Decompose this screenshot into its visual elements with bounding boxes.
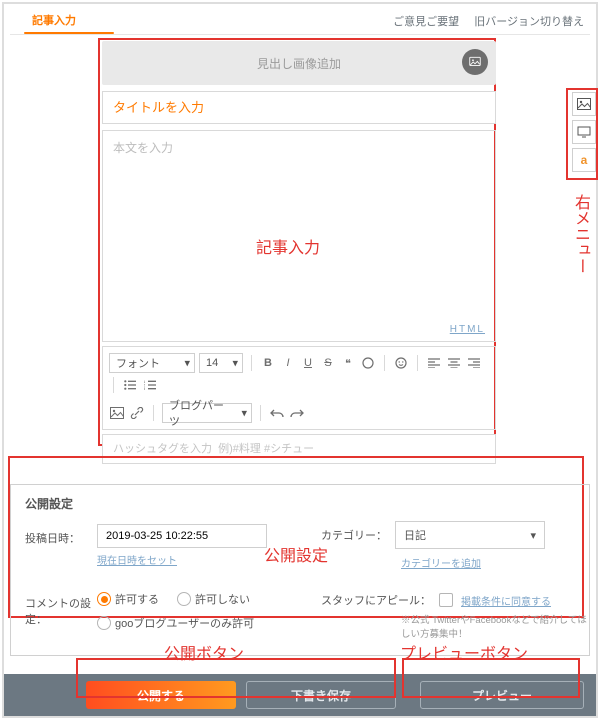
quote-button[interactable]: ❝	[340, 355, 356, 371]
insert-image-button[interactable]	[109, 405, 125, 421]
datetime-input[interactable]	[97, 524, 267, 548]
appeal-terms-link[interactable]: 掲載条件に同意する	[461, 593, 551, 608]
category-select[interactable]: 日記 ▾	[395, 521, 545, 549]
chevron-down-icon: ▾	[184, 357, 190, 370]
comment-label: コメントの設定：	[25, 573, 97, 627]
text-color-button[interactable]	[360, 355, 376, 371]
blogparts-select[interactable]: ブログパーツ ▾	[162, 403, 252, 423]
appeal-checkbox[interactable]	[439, 593, 453, 607]
chevron-down-icon: ▾	[232, 357, 238, 370]
chevron-down-icon: ▾	[241, 407, 247, 420]
body-placeholder: 本文を入力	[113, 141, 173, 155]
editor-toolbar: フォント ▾ 14 ▾ B I U S ❝	[102, 346, 496, 430]
publish-heading: 公開設定	[25, 495, 575, 512]
set-now-link[interactable]: 現在日時をセット	[97, 556, 177, 567]
link-feedback[interactable]: ご意見ご要望	[393, 16, 459, 28]
align-left-button[interactable]	[426, 355, 442, 371]
emoji-button[interactable]	[393, 355, 409, 371]
align-center-button[interactable]	[446, 355, 462, 371]
align-right-button[interactable]	[466, 355, 482, 371]
link-switch-old-version[interactable]: 旧バージョン切り替え	[474, 16, 584, 28]
preview-button[interactable]: プレビュー	[420, 681, 584, 709]
body-textarea[interactable]: 本文を入力 HTML	[102, 130, 496, 342]
font-size-select[interactable]: 14 ▾	[199, 353, 243, 373]
hashtag-input[interactable]	[102, 434, 496, 464]
comment-allow-radio[interactable]: 許可する	[97, 591, 159, 607]
comment-deny-radio[interactable]: 許可しない	[177, 591, 250, 607]
hero-image-add[interactable]: 見出し画像追加	[102, 41, 496, 85]
redo-button[interactable]	[289, 405, 305, 421]
side-preview-button[interactable]	[572, 120, 596, 144]
hero-image-label: 見出し画像追加	[257, 55, 341, 72]
bottom-action-bar: 公開する 下書き保存 プレビュー	[4, 674, 596, 716]
publish-button[interactable]: 公開する	[86, 681, 236, 709]
chevron-down-icon: ▾	[530, 529, 536, 542]
list-number-button[interactable]: 123	[142, 377, 158, 393]
annotation-sidemenu-label: 右メニュー	[568, 194, 592, 274]
svg-text:3: 3	[144, 386, 146, 390]
tab-divider	[10, 34, 590, 35]
list-bullet-button[interactable]	[122, 377, 138, 393]
publish-settings-panel: 公開設定 投稿日時： 現在日時をセット カテゴリー： 日記 ▾ カテゴリーを追加…	[10, 484, 590, 656]
bold-button[interactable]: B	[260, 355, 276, 371]
underline-button[interactable]: U	[300, 355, 316, 371]
side-image-button[interactable]	[572, 92, 596, 116]
appeal-note: ※公式 TwitterやFacebookなどで紹介してほしい方募集中！	[401, 612, 589, 640]
side-amazon-button[interactable]: a	[572, 148, 596, 172]
undo-button[interactable]	[269, 405, 285, 421]
html-mode-link[interactable]: HTML	[450, 324, 485, 335]
category-add-link[interactable]: カテゴリーを追加	[401, 559, 481, 570]
save-draft-button[interactable]: 下書き保存	[246, 681, 396, 709]
appeal-label: スタッフにアピール：	[321, 592, 431, 608]
insert-link-button[interactable]	[129, 405, 145, 421]
title-input[interactable]	[103, 92, 495, 123]
italic-button[interactable]: I	[280, 355, 296, 371]
tab-article-input[interactable]: 記事入力	[16, 8, 92, 34]
font-select[interactable]: フォント ▾	[109, 353, 195, 373]
image-icon[interactable]	[462, 49, 488, 75]
comment-goo-only-radio[interactable]: gooブログユーザーのみ許可	[97, 615, 254, 631]
strike-button[interactable]: S	[320, 355, 336, 371]
datetime-label: 投稿日時：	[25, 524, 97, 546]
category-label: カテゴリー：	[321, 527, 387, 543]
